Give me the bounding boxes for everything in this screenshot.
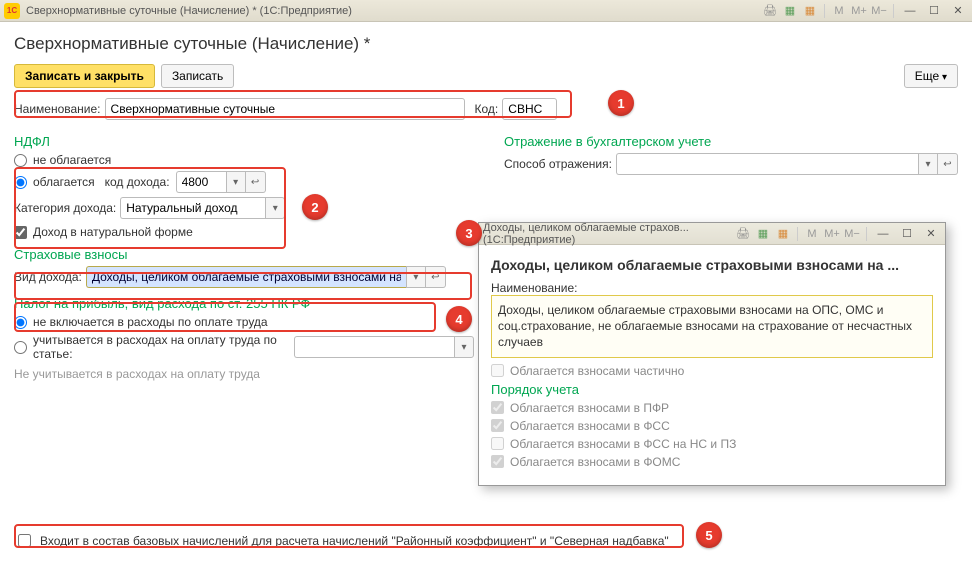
subwin-name-text[interactable]: Доходы, целиком облагаемые страховыми вз… xyxy=(491,295,933,358)
code-label: Код: xyxy=(475,102,499,116)
subwin-mminus-icon: M− xyxy=(844,226,860,242)
subwin-print-icon[interactable]: 🖨 xyxy=(735,226,751,242)
maximize-button[interactable]: ☐ xyxy=(924,3,944,19)
callout-2: 2 xyxy=(302,194,328,220)
profit-tax-note: Не учитывается в расходах на оплату труд… xyxy=(14,367,474,381)
fss-checkbox xyxy=(491,419,504,432)
write-and-close-button[interactable]: Записать и закрыть xyxy=(14,64,155,88)
accounting-way-input[interactable] xyxy=(616,153,918,175)
income-code-open-button[interactable]: ↩ xyxy=(246,171,266,193)
income-category-label: Категория дохода: xyxy=(14,201,116,215)
separator xyxy=(824,4,825,18)
subwin-calendar-orange-icon[interactable]: ▦ xyxy=(775,226,791,242)
write-button[interactable]: Записать xyxy=(161,64,234,88)
profit-tax-not-radio[interactable] xyxy=(14,316,27,329)
print-icon[interactable]: 🖨 xyxy=(762,3,778,19)
ndfl-not-taxed-label: не облагается xyxy=(33,153,111,167)
ndfl-taxed-radio[interactable] xyxy=(14,176,27,189)
profit-tax-in-radio[interactable] xyxy=(14,341,27,354)
income-code-dropdown-button[interactable]: ▾ xyxy=(226,171,246,193)
order-section-title: Порядок учета xyxy=(491,382,933,397)
subwin-mplus-icon: M+ xyxy=(824,226,840,242)
subwin-title: Доходы, целиком облагаемые страхов... (1… xyxy=(483,222,735,246)
main-titlebar: 1С Сверхнормативные суточные (Начисление… xyxy=(0,0,972,22)
fss-ns-label: Облагается взносами в ФСС на НС и ПЗ xyxy=(510,437,736,451)
calendar-orange-icon[interactable]: ▦ xyxy=(802,3,818,19)
natural-income-label: Доход в натуральной форме xyxy=(33,225,193,239)
profit-tax-in-label: учитывается в расходах на оплату труда п… xyxy=(33,333,284,361)
callout-3: 3 xyxy=(456,220,482,246)
separator xyxy=(893,4,894,18)
profit-tax-not-label: не включается в расходы по оплате труда xyxy=(33,315,268,329)
subwin-maximize-button[interactable]: ☐ xyxy=(897,226,917,242)
subwin-m-icon: M xyxy=(804,226,820,242)
callout-4: 4 xyxy=(446,306,472,332)
calc-mplus-icon: M+ xyxy=(851,3,867,19)
accounting-way-label: Способ отражения: xyxy=(504,157,612,171)
income-kind-label: Вид дохода: xyxy=(14,270,82,284)
accounting-way-open-button[interactable]: ↩ xyxy=(938,153,958,175)
callout-1: 1 xyxy=(608,90,634,116)
callout-5: 5 xyxy=(696,522,722,548)
profit-tax-article-input[interactable] xyxy=(294,336,454,358)
subwin-minimize-button[interactable]: — xyxy=(873,226,893,242)
subwin-name-label: Наименование: xyxy=(491,281,578,295)
name-label: Наименование: xyxy=(14,102,101,116)
income-kind-dropdown-button[interactable]: ▾ xyxy=(406,266,426,288)
income-code-input[interactable] xyxy=(176,171,226,193)
name-input[interactable] xyxy=(105,98,465,120)
app-logo-icon: 1С xyxy=(4,3,20,19)
accounting-way-dropdown-button[interactable]: ▾ xyxy=(918,153,938,175)
income-kind-subwindow: Доходы, целиком облагаемые страхов... (1… xyxy=(478,222,946,486)
code-input[interactable] xyxy=(502,98,557,120)
minimize-button[interactable]: — xyxy=(900,3,920,19)
profit-tax-article-dropdown-button[interactable]: ▾ xyxy=(454,336,474,358)
income-category-input[interactable] xyxy=(120,197,265,219)
ndfl-section-title: НДФЛ xyxy=(14,134,474,149)
insurance-section-title: Страховые взносы xyxy=(14,247,474,262)
page-title: Сверхнормативные суточные (Начисление) * xyxy=(14,34,958,54)
close-button[interactable]: ✕ xyxy=(948,3,968,19)
foms-label: Облагается взносами в ФОМС xyxy=(510,455,680,469)
in-base-accruals-label: Входит в состав базовых начислений для р… xyxy=(40,534,669,548)
pfr-label: Облагается взносами в ПФР xyxy=(510,401,669,415)
in-base-accruals-checkbox[interactable] xyxy=(18,534,31,547)
profit-tax-section-title: Налог на прибыль, вид расхода по ст. 255… xyxy=(14,296,474,311)
fss-ns-checkbox xyxy=(491,437,504,450)
more-button[interactable]: Еще xyxy=(904,64,958,88)
partial-tax-checkbox xyxy=(491,364,504,377)
ndfl-taxed-label: облагается xyxy=(33,175,95,189)
pfr-checkbox xyxy=(491,401,504,414)
subwin-close-button[interactable]: ✕ xyxy=(921,226,941,242)
calc-m-icon: M xyxy=(831,3,847,19)
income-kind-input[interactable] xyxy=(86,266,406,288)
foms-checkbox xyxy=(491,455,504,468)
natural-income-checkbox[interactable] xyxy=(14,226,27,239)
income-kind-open-button[interactable]: ↩ xyxy=(426,266,446,288)
fss-label: Облагается взносами в ФСС xyxy=(510,419,670,433)
subwin-calendar-green-icon[interactable]: ▦ xyxy=(755,226,771,242)
partial-tax-label: Облагается взносами частично xyxy=(510,364,684,378)
calendar-green-icon[interactable]: ▦ xyxy=(782,3,798,19)
ndfl-not-taxed-radio[interactable] xyxy=(14,154,27,167)
calc-mminus-icon: M− xyxy=(871,3,887,19)
window-title: Сверхнормативные суточные (Начисление) *… xyxy=(26,5,762,17)
subwin-heading: Доходы, целиком облагаемые страховыми вз… xyxy=(491,257,933,273)
income-code-label: код дохода: xyxy=(105,175,170,189)
accounting-section-title: Отражение в бухгалтерском учете xyxy=(504,134,958,149)
income-category-dropdown-button[interactable]: ▾ xyxy=(265,197,285,219)
